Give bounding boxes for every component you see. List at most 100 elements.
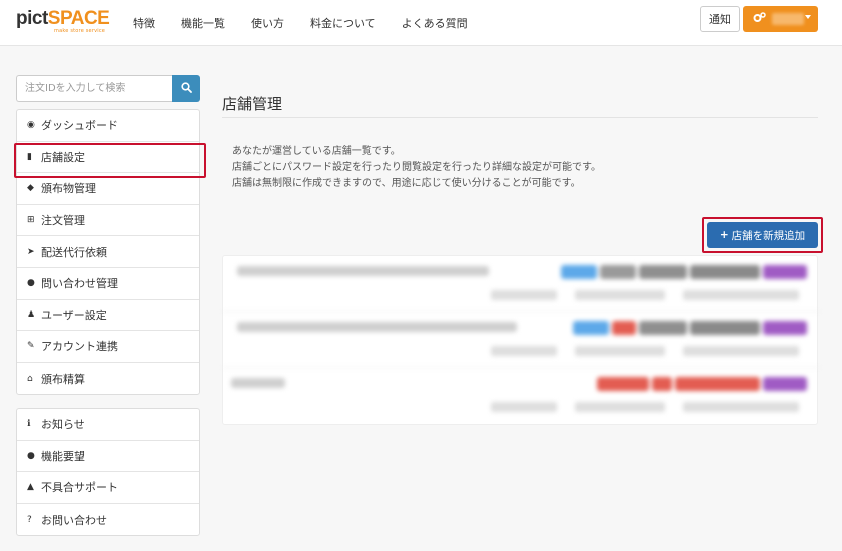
top-header: pictSPACE make store service 特徴 機能一覧 使い方…: [0, 0, 842, 46]
store-icon: ▮: [27, 151, 32, 162]
notification-button[interactable]: 通知: [700, 6, 740, 32]
sidebar-item-label: ユーザー設定: [41, 308, 107, 322]
status-chip: [652, 377, 672, 391]
add-store-button[interactable]: + 店舗を新規追加: [707, 222, 818, 248]
description-line: 店舗は無制限に作成できますので、用途に応じて使い分けることが可能です。: [232, 178, 581, 189]
sidebar-item-0[interactable]: ◉ ダッシュボード: [17, 110, 199, 142]
sidebar-item-label: 不具合サポート: [41, 481, 118, 495]
sidebar-item-7[interactable]: ✎ アカウント連携: [17, 331, 199, 363]
sidebar-item-label: お問い合わせ: [41, 513, 107, 527]
store-name-blurred: [231, 378, 285, 388]
store-list: [222, 255, 819, 425]
store-name-blurred: [237, 322, 517, 332]
warning-icon: ▲: [27, 482, 34, 493]
sidebar-item-3[interactable]: ? お問い合わせ: [17, 504, 199, 536]
gears-icon: [753, 12, 766, 26]
sidebar-main-menu: ◉ ダッシュボード ▮ 店舗設定 ◆ 頒布物管理 ⊞ 注文管理 ➤ 配送代行依頼 ● 問い合わせ管理 ♟…: [14, 109, 206, 396]
page-description: あなたが運営している店舗一覧です。 店舗ごとにパスワード設定を行ったり閲覧設定を…: [232, 144, 601, 192]
nav-function-list[interactable]: 機能一覧: [181, 15, 225, 31]
search-button[interactable]: [172, 75, 200, 102]
plus-icon: +: [719, 229, 729, 241]
store-link-blurred: [575, 402, 665, 412]
store-link-blurred: [491, 402, 557, 412]
sidebar-item-label: 機能要望: [41, 449, 85, 463]
comments-icon: ●: [27, 278, 35, 289]
sidebar-support-menu: ℹ お知らせ ● 機能要望 ▲ 不具合サポート? お問い合わせ: [16, 408, 200, 537]
nav-pricing[interactable]: 料金について: [310, 15, 376, 31]
chevron-down-icon: [805, 15, 811, 19]
sidebar-item-label: ダッシュボード: [41, 119, 118, 133]
user-menu-button[interactable]: [743, 6, 818, 32]
user-icon: ♟: [27, 309, 36, 320]
bank-icon: ⌂: [27, 373, 33, 384]
status-chip: [561, 265, 597, 279]
status-chip: [597, 377, 649, 391]
status-chip: [763, 321, 807, 335]
sidebar-item-8[interactable]: ⌂ 頒布精算: [17, 363, 199, 395]
nav-how-to-use[interactable]: 使い方: [251, 15, 284, 31]
sidebar-item-label: 店舗設定: [41, 150, 85, 164]
title-divider: [222, 117, 818, 118]
status-chip: [573, 321, 609, 335]
sidebar-item-1[interactable]: ● 機能要望: [17, 441, 199, 473]
status-chip: [690, 321, 760, 335]
send-icon: ➤: [27, 246, 35, 257]
sidebar-item-1[interactable]: ▮ 店舗設定: [14, 142, 206, 178]
comment-icon: ●: [27, 450, 35, 461]
store-row[interactable]: [223, 368, 819, 424]
store-link-blurred: [491, 290, 557, 300]
sidebar-item-label: お知らせ: [41, 418, 85, 432]
status-chip: [763, 265, 807, 279]
sidebar-item-4[interactable]: ➤ 配送代行依頼: [17, 236, 199, 268]
sidebar-item-label: アカウント連携: [41, 340, 118, 354]
status-chip: [612, 321, 636, 335]
status-chip: [600, 265, 636, 279]
logo-space: SPACE: [47, 8, 110, 29]
page-title: 店舗管理: [222, 95, 283, 113]
status-chip: [639, 265, 687, 279]
tag-icon: ◆: [27, 183, 34, 194]
store-link-blurred: [683, 346, 799, 356]
dashboard-icon: ◉: [27, 120, 35, 131]
nav-features[interactable]: 特徴: [133, 15, 155, 31]
sidebar-item-label: 注文管理: [41, 214, 85, 228]
sidebar-item-label: 頒布精算: [41, 372, 85, 386]
store-link-blurred: [683, 290, 799, 300]
info-icon: ℹ: [27, 419, 31, 430]
sidebar-item-5[interactable]: ● 問い合わせ管理: [17, 268, 199, 300]
sidebar-item-label: 配送代行依頼: [41, 245, 107, 259]
sidebar-item-2[interactable]: ◆ 頒布物管理: [17, 173, 199, 205]
add-store-label: 店舗を新規追加: [731, 229, 806, 242]
question-icon: ?: [27, 514, 32, 525]
main-nav: 特徴 機能一覧 使い方 料金について よくある質問: [133, 0, 494, 46]
store-link-blurred: [683, 402, 799, 412]
status-chip: [763, 377, 807, 391]
sidebar-item-6[interactable]: ♟ ユーザー設定: [17, 300, 199, 332]
user-name-blurred: [772, 13, 804, 25]
status-chip: [639, 321, 687, 335]
store-row[interactable]: [223, 312, 819, 368]
store-name-blurred: [237, 266, 489, 276]
sidebar-item-label: 頒布物管理: [41, 182, 96, 196]
store-link-blurred: [575, 346, 665, 356]
wrench-icon: ✎: [27, 341, 35, 352]
sidebar-item-label: 問い合わせ管理: [41, 277, 118, 291]
order-search: [16, 75, 200, 102]
cart-icon: ⊞: [27, 215, 35, 226]
search-icon: [180, 81, 192, 96]
order-id-search-input[interactable]: [16, 75, 172, 102]
status-chip: [690, 265, 760, 279]
pictspace-logo[interactable]: pictSPACE make store service: [16, 8, 110, 35]
nav-faq[interactable]: よくある質問: [402, 15, 468, 31]
store-link-blurred: [491, 346, 557, 356]
store-link-blurred: [575, 290, 665, 300]
sidebar-item-0[interactable]: ℹ お知らせ: [17, 409, 199, 441]
logo-pict: pict: [16, 8, 48, 29]
sidebar-item-2[interactable]: ▲ 不具合サポート: [17, 472, 199, 504]
description-line: あなたが運営している店舗一覧です。: [232, 146, 401, 157]
store-row[interactable]: [223, 256, 819, 312]
logo-tagline: make store service: [54, 28, 106, 34]
description-line: 店舗ごとにパスワード設定を行ったり閲覧設定を行ったり詳細な設定が可能です。: [232, 162, 601, 173]
status-chip: [675, 377, 760, 391]
sidebar-item-3[interactable]: ⊞ 注文管理: [17, 205, 199, 237]
